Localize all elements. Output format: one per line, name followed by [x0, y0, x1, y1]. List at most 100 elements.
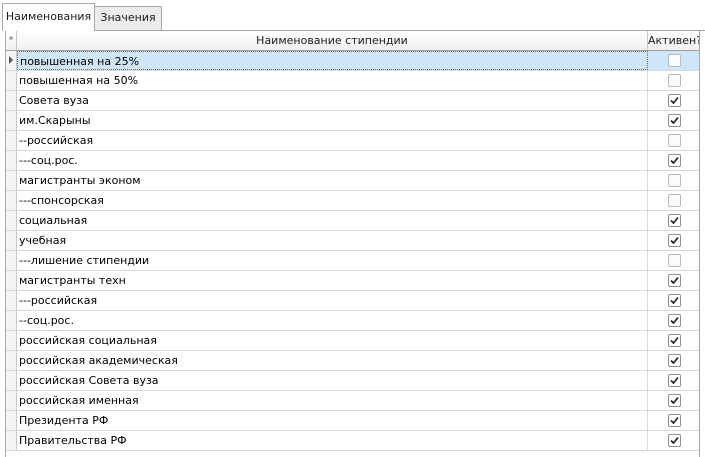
- grid-rows: повышенная на 25% повышенная на 50% Совета…: [6, 51, 699, 451]
- active-checkbox[interactable]: [668, 154, 681, 167]
- scholarship-window: Наименования Значения * Наименование сти…: [0, 0, 705, 457]
- scholarship-name-cell[interactable]: ---лишение стипендии: [17, 251, 648, 270]
- active-checkbox[interactable]: [668, 174, 681, 187]
- row-selector[interactable]: [6, 351, 17, 370]
- table-row[interactable]: ---спонсорская: [6, 191, 699, 211]
- scholarship-name-cell[interactable]: им.Скарыны: [17, 111, 648, 130]
- scholarship-name-cell[interactable]: --соц.рос.: [17, 311, 648, 330]
- row-selector[interactable]: [6, 271, 17, 290]
- row-selector[interactable]: [6, 131, 17, 150]
- table-row[interactable]: магистранты эконом: [6, 171, 699, 191]
- table-row[interactable]: магистранты техн: [6, 271, 699, 291]
- table-row[interactable]: российская социальная: [6, 331, 699, 351]
- active-checkbox[interactable]: [668, 54, 681, 67]
- row-selector[interactable]: [6, 151, 17, 170]
- table-row[interactable]: ---лишение стипендии: [6, 251, 699, 271]
- table-row[interactable]: повышенная на 50%: [6, 71, 699, 91]
- table-row[interactable]: --соц.рос.: [6, 311, 699, 331]
- active-cell: [648, 311, 699, 330]
- scholarship-name-cell[interactable]: российская Совета вуза: [17, 371, 648, 390]
- active-checkbox[interactable]: [668, 194, 681, 207]
- table-row[interactable]: российская Совета вуза: [6, 371, 699, 391]
- table-row[interactable]: --российская: [6, 131, 699, 151]
- active-cell: [648, 111, 699, 130]
- row-selector-header[interactable]: *: [6, 31, 17, 50]
- active-checkbox[interactable]: [668, 94, 681, 107]
- row-selector[interactable]: [6, 111, 17, 130]
- checkmark-icon: [670, 316, 679, 325]
- scholarship-name-cell[interactable]: Президента РФ: [17, 411, 648, 430]
- row-selector[interactable]: [6, 231, 17, 250]
- checkmark-icon: [670, 236, 679, 245]
- scholarship-name-cell[interactable]: российская социальная: [17, 331, 648, 350]
- row-selector[interactable]: [6, 431, 17, 450]
- active-checkbox[interactable]: [668, 294, 681, 307]
- scholarship-name-cell[interactable]: ---российская: [17, 291, 648, 310]
- scholarship-name-cell[interactable]: магистранты техн: [17, 271, 648, 290]
- row-selector[interactable]: [6, 51, 17, 70]
- scholarship-name-cell[interactable]: российская академическая: [17, 351, 648, 370]
- row-selector[interactable]: [6, 411, 17, 430]
- active-checkbox[interactable]: [668, 334, 681, 347]
- table-row[interactable]: Президента РФ: [6, 411, 699, 431]
- table-row[interactable]: повышенная на 25%: [6, 51, 699, 71]
- scholarship-name-cell[interactable]: учебная: [17, 231, 648, 250]
- active-checkbox[interactable]: [668, 414, 681, 427]
- row-selector[interactable]: [6, 371, 17, 390]
- active-checkbox[interactable]: [668, 374, 681, 387]
- row-selector[interactable]: [6, 191, 17, 210]
- active-checkbox[interactable]: [668, 354, 681, 367]
- active-checkbox[interactable]: [668, 234, 681, 247]
- table-row[interactable]: социальная: [6, 211, 699, 231]
- active-checkbox[interactable]: [668, 114, 681, 127]
- scholarship-name-cell[interactable]: ---спонсорская: [17, 191, 648, 210]
- active-checkbox[interactable]: [668, 274, 681, 287]
- tab-values[interactable]: Значения: [94, 6, 162, 30]
- active-cell: [648, 391, 699, 410]
- active-cell: [648, 51, 699, 70]
- row-selector[interactable]: [6, 91, 17, 110]
- checkmark-icon: [670, 436, 679, 445]
- row-selector[interactable]: [6, 171, 17, 190]
- scholarship-grid[interactable]: * Наименование стипендии Активен? повыше…: [5, 31, 700, 457]
- table-row[interactable]: учебная: [6, 231, 699, 251]
- checkmark-icon: [670, 396, 679, 405]
- active-cell: [648, 291, 699, 310]
- row-selector[interactable]: [6, 251, 17, 270]
- active-checkbox[interactable]: [668, 314, 681, 327]
- checkmark-icon: [670, 156, 679, 165]
- active-checkbox[interactable]: [668, 214, 681, 227]
- row-selector[interactable]: [6, 211, 17, 230]
- active-checkbox[interactable]: [668, 394, 681, 407]
- scholarship-name-cell[interactable]: российская именная: [17, 391, 648, 410]
- table-row[interactable]: Совета вуза: [6, 91, 699, 111]
- tab-names[interactable]: Наименования: [2, 3, 95, 31]
- table-row[interactable]: российская именная: [6, 391, 699, 411]
- table-row[interactable]: Правительства РФ: [6, 431, 699, 451]
- scholarship-name-cell[interactable]: Совета вуза: [17, 91, 648, 110]
- column-header-active[interactable]: Активен?: [648, 31, 699, 50]
- table-row[interactable]: ---соц.рос.: [6, 151, 699, 171]
- checkmark-icon: [670, 336, 679, 345]
- scholarship-name-cell[interactable]: повышенная на 25%: [17, 51, 648, 70]
- row-selector[interactable]: [6, 71, 17, 90]
- scholarship-name-cell[interactable]: ---соц.рос.: [17, 151, 648, 170]
- row-selector[interactable]: [6, 331, 17, 350]
- active-checkbox[interactable]: [668, 254, 681, 267]
- scholarship-name-cell[interactable]: --российская: [17, 131, 648, 150]
- table-row[interactable]: российская академическая: [6, 351, 699, 371]
- active-cell: [648, 431, 699, 450]
- active-checkbox[interactable]: [668, 74, 681, 87]
- table-row[interactable]: им.Скарыны: [6, 111, 699, 131]
- scholarship-name-cell[interactable]: магистранты эконом: [17, 171, 648, 190]
- scholarship-name-cell[interactable]: Правительства РФ: [17, 431, 648, 450]
- row-selector[interactable]: [6, 391, 17, 410]
- row-selector[interactable]: [6, 291, 17, 310]
- column-header-name[interactable]: Наименование стипендии: [17, 31, 648, 50]
- scholarship-name-cell[interactable]: социальная: [17, 211, 648, 230]
- table-row[interactable]: ---российская: [6, 291, 699, 311]
- active-checkbox[interactable]: [668, 434, 681, 447]
- row-selector[interactable]: [6, 311, 17, 330]
- active-checkbox[interactable]: [668, 134, 681, 147]
- scholarship-name-cell[interactable]: повышенная на 50%: [17, 71, 648, 90]
